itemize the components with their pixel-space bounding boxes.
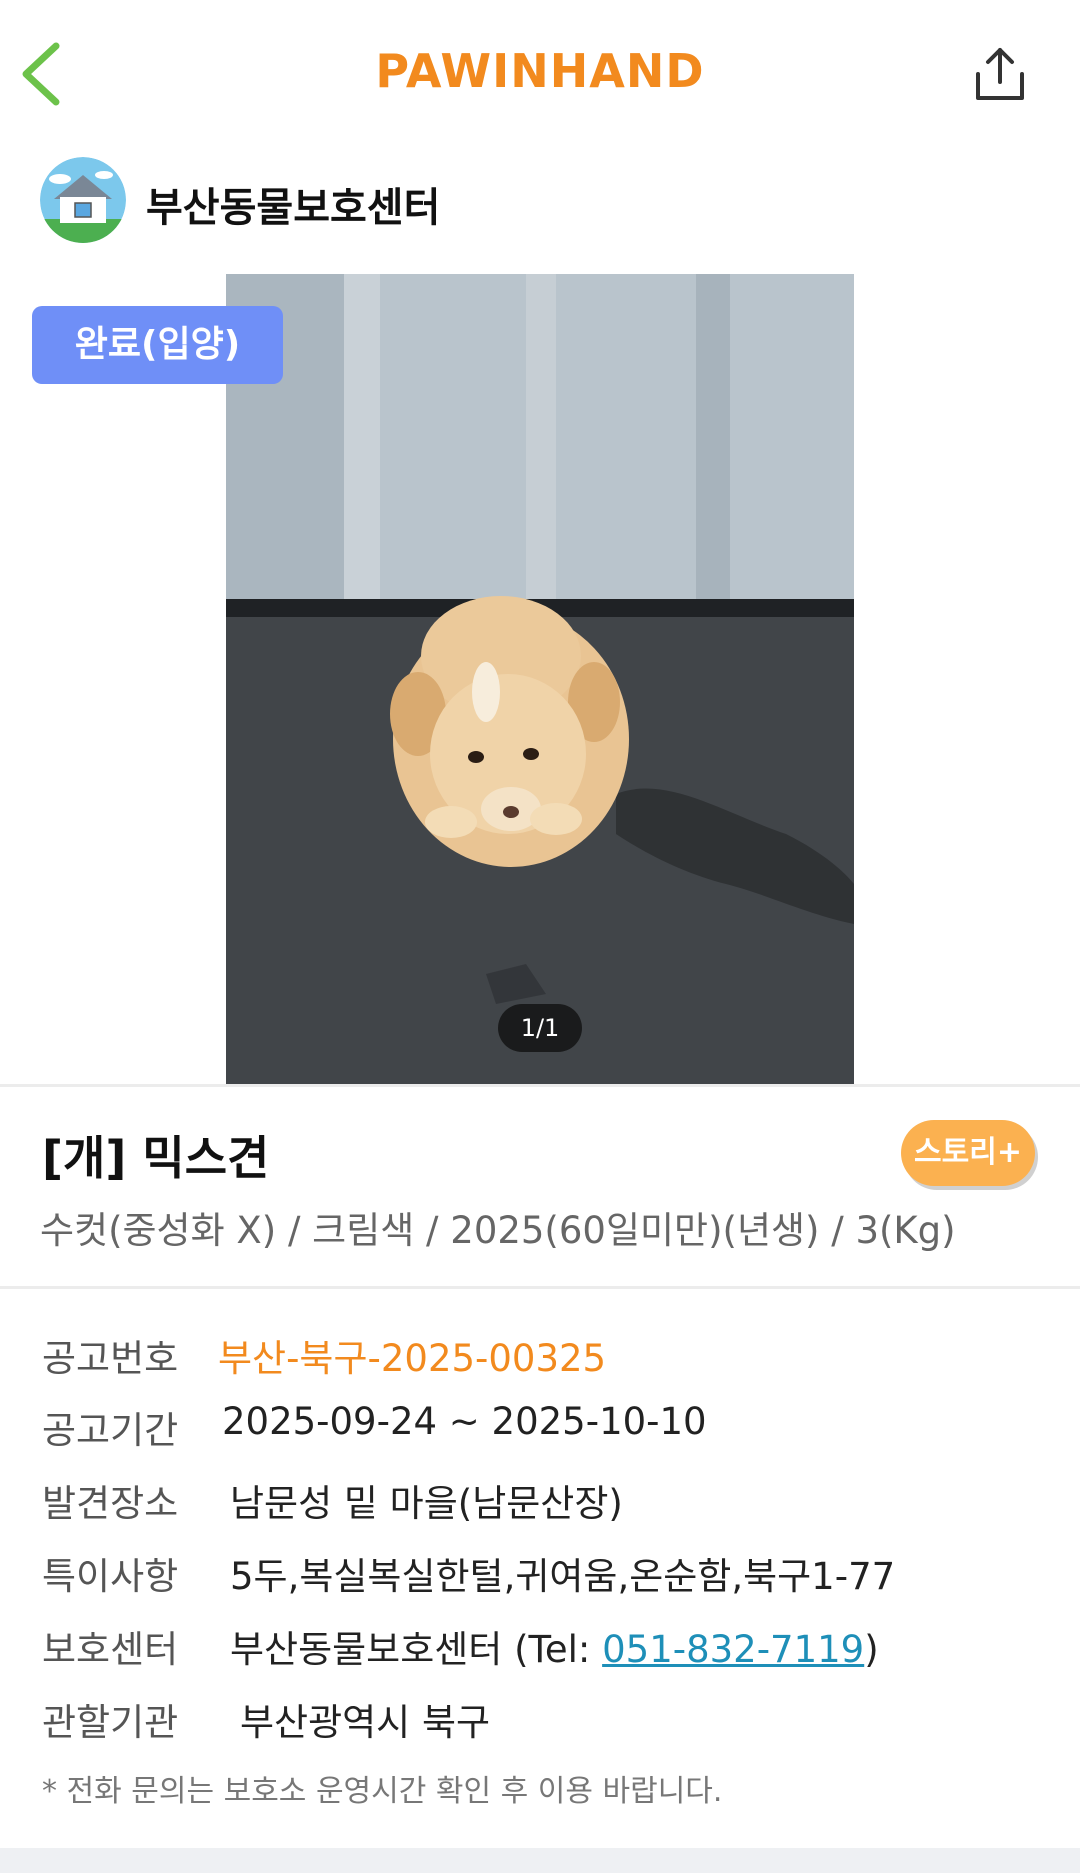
- animal-summary: 수컷(중성화 X) / 크림색 / 2025(60일미만)(년생) / 3(Kg…: [40, 1209, 956, 1252]
- found-place-value: 남문성 밑 마을(남문산장): [230, 1482, 623, 1525]
- info-label: 보호센터: [42, 1628, 179, 1671]
- phone-link[interactable]: 051-832-7119: [602, 1628, 864, 1671]
- story-plus-button[interactable]: 스토리+: [901, 1120, 1035, 1186]
- shelter-value: 부산동물보호센터 (Tel: 051-832-7119): [230, 1619, 879, 1673]
- animal-photo[interactable]: 1/1: [226, 274, 854, 1084]
- status-badge: 완료(입양): [32, 306, 283, 384]
- info-found-place: 발견장소 남문성 밑 마을(남문산장): [42, 1473, 623, 1527]
- info-label: 공고번호: [42, 1337, 179, 1380]
- footnote: * 전화 문의는 보호소 운영시간 확인 후 이용 바랍니다.: [42, 1774, 723, 1809]
- info-label: 발견장소: [42, 1482, 179, 1525]
- info-notice-number: 공고번호 부산-북구-2025-00325: [42, 1328, 606, 1382]
- info-features: 특이사항 5두,복실복실한털,귀여움,온순함,북구1-77: [42, 1546, 895, 1600]
- share-icon: [976, 48, 1024, 100]
- bottom-bar: [0, 1848, 1080, 1873]
- share-button[interactable]: [970, 44, 1034, 108]
- house-icon: [40, 157, 126, 243]
- divider: [0, 1286, 1080, 1289]
- features-value: 5두,복실복실한털,귀여움,온순함,북구1-77: [230, 1555, 896, 1598]
- authority-value: 부산광역시 북구: [240, 1701, 491, 1744]
- notice-number-value: 부산-북구-2025-00325: [218, 1337, 607, 1380]
- shelter-name: 부산동물보호센터: [146, 185, 441, 231]
- shelter-header[interactable]: 부산동물보호센터: [40, 155, 940, 245]
- app-logo: PAWINHAND: [375, 44, 705, 98]
- info-label: 공고기간: [42, 1409, 179, 1452]
- photo-counter: 1/1: [498, 1004, 582, 1052]
- info-label: 특이사항: [42, 1555, 179, 1598]
- info-label: 관할기관: [42, 1701, 179, 1744]
- info-shelter: 보호센터 부산동물보호센터 (Tel: 051-832-7119): [42, 1619, 879, 1673]
- puppy-image: [226, 274, 854, 1084]
- divider: [0, 1084, 1080, 1087]
- info-authority: 관할기관 부산광역시 북구: [42, 1692, 490, 1746]
- notice-period-value: 2025-09-24 ~ 2025-10-10: [222, 1400, 707, 1443]
- animal-title: [개] 믹스견: [42, 1131, 270, 1185]
- app-header: PAWINHAND: [0, 0, 1080, 145]
- shelter-value-suffix: ): [864, 1628, 879, 1671]
- info-notice-period: 공고기간 2025-09-24 ~ 2025-10-10: [42, 1400, 707, 1454]
- shelter-value-text: 부산동물보호센터 (Tel:: [230, 1628, 603, 1671]
